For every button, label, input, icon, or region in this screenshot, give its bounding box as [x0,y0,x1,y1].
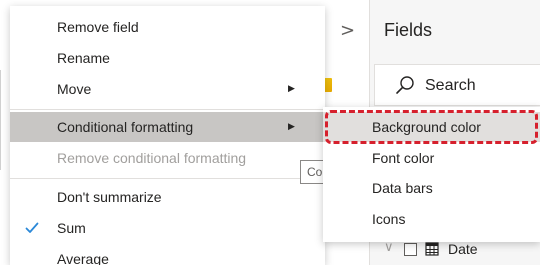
menu-divider [10,178,325,179]
menu-item-label: Don't summarize [57,189,162,205]
menu-item-label: Sum [57,220,86,236]
submenu-item-label: Icons [372,211,406,227]
menu-item-label: Remove conditional formatting [57,150,247,166]
submenu-item-icons[interactable]: Icons [323,204,540,234]
menu-item-label: Average [57,251,109,265]
table-name: Date [448,241,478,257]
menu-item-sum[interactable]: Sum [10,213,325,243]
expand-chevron-icon[interactable]: ∨ [384,240,394,255]
menu-item-label: Remove field [57,19,139,35]
submenu-item-data-bars[interactable]: Data bars [323,173,540,203]
menu-item-rename[interactable]: Rename [10,43,325,73]
menu-divider [10,109,325,110]
submenu-arrow-icon: ▶ [288,84,295,94]
collapse-pane-chevron-icon[interactable]: > [340,20,355,41]
menu-item-label: Conditional formatting [57,119,194,135]
search-icon [396,76,414,94]
field-table-row[interactable]: ∨ Date [384,240,540,262]
fields-pane-title: Fields [384,20,433,40]
menu-item-conditional-formatting[interactable]: Conditional formatting ▶ [10,112,325,142]
table-checkbox[interactable] [404,243,417,256]
menu-item-remove-conditional-formatting: Remove conditional formatting [10,143,325,173]
menu-item-remove-field[interactable]: Remove field [10,12,325,42]
tooltip: Co [300,160,325,184]
conditional-formatting-submenu: Background color Font color Data bars Ic… [323,107,540,242]
checkmark-icon [25,222,39,233]
canvas-edge [0,70,6,170]
menu-item-move[interactable]: Move ▶ [10,74,325,104]
submenu-item-label: Font color [372,150,435,166]
submenu-item-font-color[interactable]: Font color [323,143,540,173]
visual-pane-icon [324,78,332,92]
context-menu: Remove field Rename Move ▶ Conditional f… [10,6,325,265]
submenu-item-background-color[interactable]: Background color [323,112,540,142]
menu-item-average[interactable]: Average [10,244,325,265]
submenu-item-label: Data bars [372,180,433,196]
table-icon [425,242,439,256]
menu-item-dont-summarize[interactable]: Don't summarize [10,182,325,212]
menu-item-label: Rename [57,50,110,66]
menu-item-label: Move [57,81,92,97]
submenu-item-label: Background color [372,119,481,135]
submenu-arrow-icon: ▶ [288,122,295,132]
search-input-label[interactable]: Search [425,77,476,95]
